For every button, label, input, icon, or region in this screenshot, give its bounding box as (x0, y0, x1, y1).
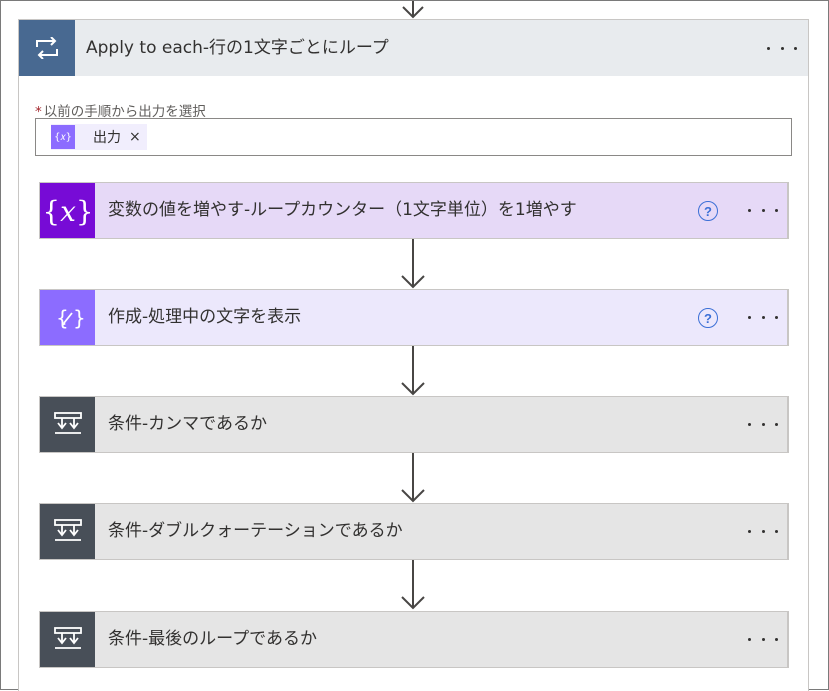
more-options-button[interactable] (748, 521, 778, 541)
action-card-condition-last-loop[interactable]: 条件-最後のループであるか (39, 611, 789, 668)
action-title: 変数の値を増やす-ループカウンター（1文字単位）を1増やす (108, 200, 577, 220)
svg-text:}: } (73, 306, 85, 330)
apply-to-each-title: Apply to each-行の1文字ごとにループ (86, 38, 389, 58)
svg-text:{: { (56, 306, 69, 330)
compose-icon: { } (40, 290, 95, 345)
action-title: 条件-カンマであるか (108, 414, 267, 434)
svg-text:{𝑥}: {𝑥} (46, 195, 90, 228)
action-card-condition-comma[interactable]: 条件-カンマであるか (39, 396, 789, 453)
help-icon[interactable]: ? (698, 201, 718, 221)
output-token[interactable]: {𝑥} 出力 × (51, 124, 147, 150)
token-remove-button[interactable]: × (129, 129, 141, 145)
condition-icon (40, 612, 95, 667)
condition-icon (40, 397, 95, 452)
more-options-button[interactable] (748, 629, 778, 649)
output-token-label: 出力 (93, 130, 121, 146)
action-card-compose[interactable]: { } 作成-処理中の文字を表示 ? (39, 289, 789, 346)
connector-arrow-icon (401, 239, 425, 289)
apply-to-each-header[interactable]: Apply to each-行の1文字ごとにループ (19, 20, 808, 76)
action-title: 条件-ダブルクォーテーションであるか (108, 521, 403, 541)
more-options-button[interactable] (748, 414, 778, 434)
help-icon[interactable]: ? (698, 308, 718, 328)
select-output-field[interactable]: {𝑥} 出力 × (35, 118, 792, 156)
loop-more-options-button[interactable] (767, 38, 797, 58)
action-title: 条件-最後のループであるか (108, 629, 317, 649)
action-title: 作成-処理中の文字を表示 (108, 307, 302, 327)
loop-icon (19, 20, 75, 76)
top-connector-arrow-icon (402, 1, 424, 19)
condition-icon (40, 504, 95, 559)
connector-arrow-icon (401, 346, 425, 396)
action-card-increment-variable[interactable]: {𝑥} 変数の値を増やす-ループカウンター（1文字単位）を1増やす ? (39, 182, 789, 239)
variable-token-icon: {𝑥} (51, 125, 75, 149)
more-options-button[interactable] (748, 200, 778, 220)
select-output-label: * 以前の手順から出力を選択 (35, 100, 206, 120)
variable-icon: {𝑥} (40, 183, 95, 238)
connector-arrow-icon (401, 453, 425, 503)
action-card-condition-double-quote[interactable]: 条件-ダブルクォーテーションであるか (39, 503, 789, 560)
more-options-button[interactable] (748, 307, 778, 327)
flow-designer-canvas: Apply to each-行の1文字ごとにループ * 以前の手順から出力を選択 … (0, 0, 829, 691)
apply-to-each-container: Apply to each-行の1文字ごとにループ * 以前の手順から出力を選択 … (18, 19, 809, 691)
connector-arrow-icon (401, 560, 425, 610)
